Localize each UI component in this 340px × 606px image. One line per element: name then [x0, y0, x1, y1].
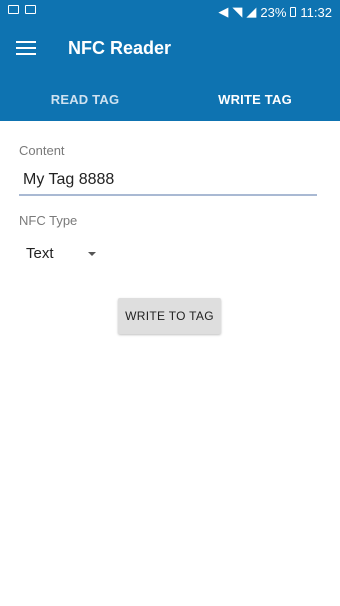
status-right-icons: ◀ ◥ ◢ 23% 11:32: [218, 4, 332, 20]
gallery-icon: [8, 5, 19, 14]
battery-icon: [290, 7, 297, 17]
wifi-icon: ◥: [232, 4, 243, 19]
mute-icon: ◀: [218, 4, 229, 19]
content-label: Content: [19, 143, 65, 158]
status-left-icons: [8, 5, 36, 14]
nfc-type-value: Text: [26, 244, 54, 262]
status-time: 11:32: [300, 4, 332, 20]
battery-percent: 23%: [260, 4, 287, 20]
menu-icon[interactable]: [16, 41, 36, 57]
notification-icon: [25, 5, 36, 14]
tab-bar: READ TAG WRITE TAG: [0, 78, 340, 121]
status-bar: ◀ ◥ ◢ 23% 11:32: [0, 0, 340, 24]
nfc-type-dropdown[interactable]: Text: [26, 240, 110, 266]
app-bar: ◀ ◥ ◢ 23% 11:32 NFC Reader READ TAG WRIT…: [0, 0, 340, 121]
dropdown-arrow-icon: [88, 252, 96, 256]
content-input[interactable]: [19, 166, 317, 196]
tab-read-tag[interactable]: READ TAG: [0, 78, 170, 121]
signal-icon: ◢: [246, 4, 257, 19]
app-title: NFC Reader: [68, 38, 172, 58]
write-to-tag-button[interactable]: WRITE TO TAG: [118, 298, 221, 334]
toolbar: NFC Reader: [0, 24, 340, 76]
nfc-type-label: NFC Type: [19, 213, 78, 228]
tab-write-tag[interactable]: WRITE TAG: [170, 78, 340, 121]
